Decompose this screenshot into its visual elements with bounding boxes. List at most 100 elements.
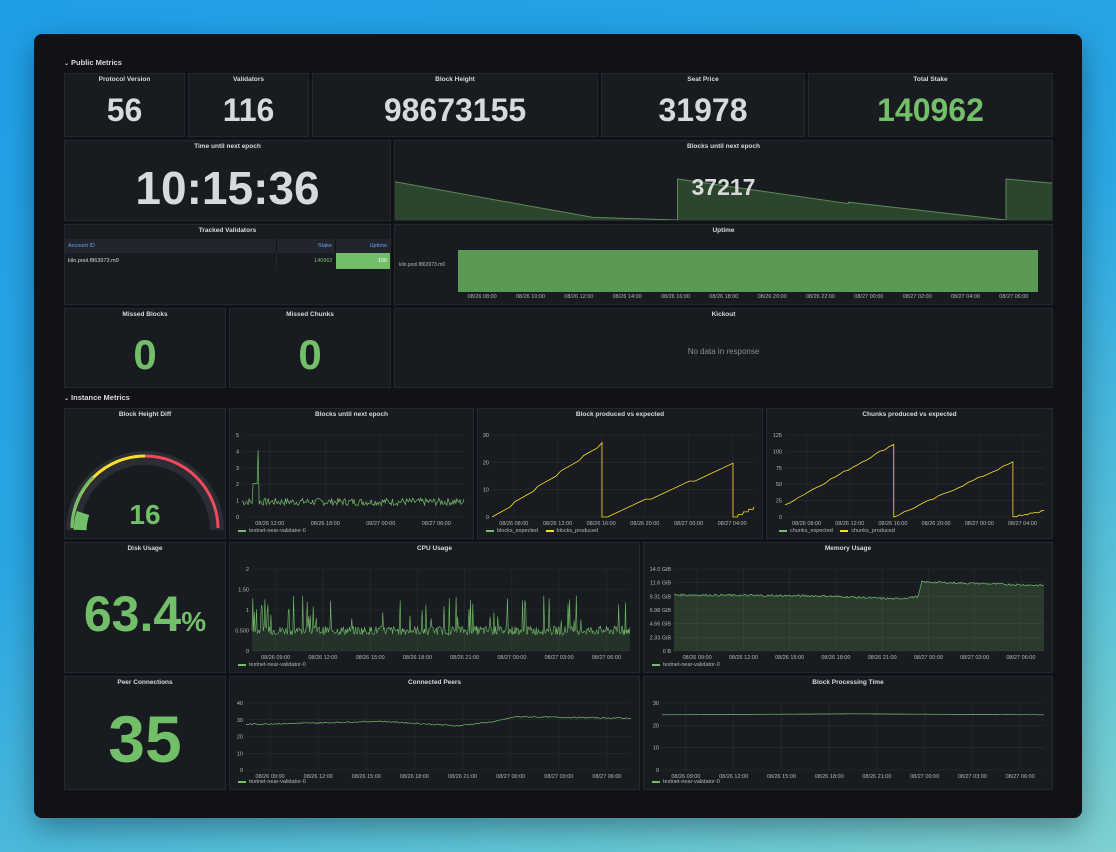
x-tick-label: 08/27 04:00: [950, 294, 981, 300]
panel-title: Total Stake: [913, 76, 948, 83]
panel-missed-chunks[interactable]: Missed Chunks 0: [229, 308, 391, 388]
panel-title: Tracked Validators: [198, 227, 257, 234]
block-height-value: 98673155: [383, 92, 527, 128]
panel-title: Peer Connections: [117, 679, 173, 686]
x-tick-label: 08/26 08:00: [792, 521, 821, 527]
chart-legend: chunks_expected chunks_produced: [779, 528, 901, 534]
legend-label: testnet-near-validator-0: [663, 662, 720, 668]
panel-tracked-validators[interactable]: Tracked Validators Account ID Stake Upti…: [64, 224, 391, 305]
x-tick-label: 08/27 06:00: [592, 655, 621, 661]
x-tick-label: 08/26 22:00: [805, 294, 836, 300]
y-tick-label: 14.0 GiB: [650, 567, 672, 573]
panel-title: Seat Price: [687, 76, 719, 83]
bpt-chart: 010203008/26 09:00 08/26 12:00 08/26 15:00…: [653, 701, 1044, 780]
legend-item[interactable]: testnet-near-validator-0: [238, 662, 306, 668]
no-data-message: No data in response: [687, 347, 760, 356]
panel-missed-blocks[interactable]: Missed Blocks 0: [64, 308, 226, 388]
legend-item[interactable]: testnet-near-validator-0: [238, 528, 306, 534]
panel-chunks-produced-vs-expected[interactable]: Chunks produced vs expected 0 25 50 75 100 12…: [766, 408, 1053, 539]
disk-usage-value-wrap: 63.4%: [65, 585, 225, 643]
x-tick-label: 08/26 09:00: [683, 655, 712, 661]
x-tick-label: 08/27 06:00: [1006, 774, 1035, 780]
legend-item[interactable]: blocks_expected: [486, 528, 538, 534]
y-tick-label: 75: [776, 466, 782, 472]
seat-price-value: 31978: [658, 92, 748, 128]
panel-uptime[interactable]: Uptime kiln.pool.f863973.m0 08/26 08:00 0…: [394, 224, 1053, 305]
panel-protocol-version[interactable]: Protocol Version 56: [64, 73, 185, 137]
panel-block-height[interactable]: Block Height 98673155: [312, 73, 598, 137]
panel-time-until-epoch[interactable]: Time until next epoch 10:15:36: [64, 140, 391, 221]
missed-blocks-value: 0: [133, 331, 157, 378]
panel-block-height-diff[interactable]: Block Height Diff 16: [64, 408, 226, 539]
x-tick-label: 08/26 15:00: [775, 655, 804, 661]
legend-item[interactable]: testnet-near-validator-0: [238, 779, 306, 785]
chart-legend: testnet-near-validator-0: [238, 528, 312, 534]
panel-connected-peers[interactable]: Connected Peers 0 10 20 30 40 08/26 09:00 08/2…: [229, 676, 640, 790]
x-tick-label: 08/26 21:00: [868, 655, 897, 661]
legend-item[interactable]: chunks_produced: [840, 528, 895, 534]
series-line: [246, 715, 632, 727]
panel-seat-price[interactable]: Seat Price 31978: [601, 73, 805, 137]
x-tick-label: 08/26 09:00: [261, 655, 290, 661]
y-tick-label: 30: [483, 433, 489, 439]
y-tick-label: 50: [776, 482, 782, 488]
series-area: [674, 580, 1044, 651]
x-tick-label: 08/27 03:00: [960, 655, 989, 661]
x-tick-label: 08/27 00:00: [854, 294, 884, 300]
panel-peer-connections[interactable]: Peer Connections 35: [64, 676, 226, 790]
panel-title: Kickout: [711, 311, 736, 318]
x-tick-label: 08/26 18:00: [815, 774, 844, 780]
panel-block-produced-vs-expected[interactable]: Block produced vs expected 0 10 20 30 08/26 …: [477, 408, 763, 539]
row-instance-metrics[interactable]: ⌄ Instance Metrics: [64, 393, 130, 402]
x-tick-label: 08/27 00:00: [366, 521, 395, 527]
legend-item[interactable]: blocks_produced: [545, 528, 598, 534]
uptime-state-bar: [458, 250, 1038, 292]
y-tick-label: 6.98 GiB: [650, 608, 672, 614]
panel-title: Blocks until next epoch: [687, 143, 760, 150]
x-tick-label: 08/27 03:00: [545, 655, 574, 661]
legend-item[interactable]: testnet-near-validator-0: [652, 662, 720, 668]
panel-disk-usage[interactable]: Disk Usage 63.4%: [64, 542, 226, 673]
y-tick-label: 1: [236, 499, 239, 505]
panel-block-processing-time[interactable]: Block Processing Time 0 10 20 30 08/26 09:00…: [643, 676, 1053, 790]
x-tick-label: 08/26 18:00: [400, 774, 429, 780]
blocks-until-epoch-value: 37217: [691, 174, 756, 200]
chevron-down-icon[interactable]: ⌄: [64, 395, 69, 402]
panel-memory-usage[interactable]: Memory Usage 0 B 2.33 GiB 4.66 GiB 6.98 GiB…: [643, 542, 1053, 673]
legend-item[interactable]: testnet-near-validator-0: [652, 779, 720, 785]
y-tick-label: 9.31 GiB: [650, 594, 672, 600]
x-tick-label: 08/26 12:00: [543, 521, 572, 527]
y-tick-label: 20: [237, 735, 243, 741]
row-public-metrics[interactable]: ⌄ Public Metrics: [64, 58, 122, 67]
y-tick-label: 20: [483, 460, 489, 466]
column-header-account-id[interactable]: Account ID: [65, 239, 277, 253]
y-tick-label: 125: [773, 433, 782, 439]
column-header-uptime[interactable]: Uptime: [335, 239, 390, 253]
panel-title: Time until next epoch: [194, 143, 261, 150]
legend-label: blocks_expected: [497, 528, 538, 534]
y-tick-label: 2: [236, 482, 239, 488]
x-tick-label: 08/26 15:00: [356, 655, 385, 661]
x-tick-label: 08/27 00:00: [965, 521, 994, 527]
table-row[interactable]: kiln.pool.f863973.m0 140962 100: [65, 253, 390, 269]
panel-kickout[interactable]: Kickout No data in response: [394, 308, 1053, 388]
panel-total-stake[interactable]: Total Stake 140962: [808, 73, 1053, 137]
chevron-down-icon[interactable]: ⌄: [64, 60, 69, 67]
y-tick-label: 25: [776, 499, 782, 505]
panel-blocks-until-epoch[interactable]: Blocks until next epoch 37217: [394, 140, 1053, 221]
panel-validators[interactable]: Validators 116: [188, 73, 309, 137]
legend-label: testnet-near-validator-0: [663, 779, 720, 785]
legend-item[interactable]: chunks_expected: [779, 528, 833, 534]
y-tick-label: 30: [237, 718, 243, 724]
row-title-label: Public Metrics: [71, 58, 122, 67]
series-line: [661, 713, 1044, 716]
legend-label: testnet-near-validator-0: [249, 779, 306, 785]
panel-cpu-usage[interactable]: CPU Usage 0 0.500 1 1.50 2 08/26 09:00 08/26 1…: [229, 542, 640, 673]
y-tick-label: 10: [483, 488, 489, 494]
column-header-stake[interactable]: Stake: [276, 239, 337, 253]
chunk-pv-chart: 0 25 50 75 100 125 08/26 08:00 08/26 12:00 08/26…: [773, 433, 1045, 527]
x-tick-label: 08/26 20:00: [630, 521, 659, 527]
x-tick-label: 08/26 15:00: [352, 774, 381, 780]
panel-trx-processed[interactable]: Blocks until next epoch 0 1 2 3 4 5 08/26 12:0…: [229, 408, 474, 539]
y-tick-label: 30: [653, 701, 659, 707]
